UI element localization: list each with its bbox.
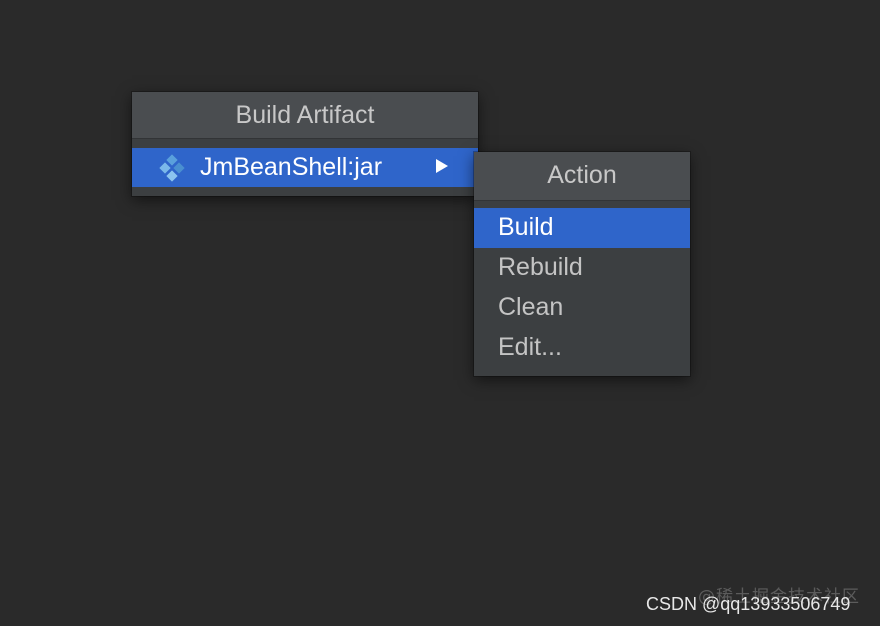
artifact-item-label: JmBeanShell:jar <box>200 153 383 181</box>
action-popup: Action Build Rebuild Clean Edit... <box>474 152 690 376</box>
watermark-credit: CSDN @qq13933506749 <box>646 594 851 614</box>
action-build-item[interactable]: Build <box>474 208 690 248</box>
build-artifact-popup-title: Build Artifact <box>132 92 478 139</box>
action-popup-title: Action <box>474 152 690 201</box>
action-rebuild-item[interactable]: Rebuild <box>474 248 690 288</box>
action-clean-item[interactable]: Clean <box>474 288 690 328</box>
artifact-item-jmbeanshell-jar[interactable]: JmBeanShell:jar <box>132 148 478 187</box>
build-artifact-popup: Build Artifact JmBeanShell:jar <box>132 92 478 196</box>
submenu-arrow-icon <box>436 159 448 173</box>
artifact-icon <box>159 154 185 182</box>
action-edit-item[interactable]: Edit... <box>474 328 690 368</box>
